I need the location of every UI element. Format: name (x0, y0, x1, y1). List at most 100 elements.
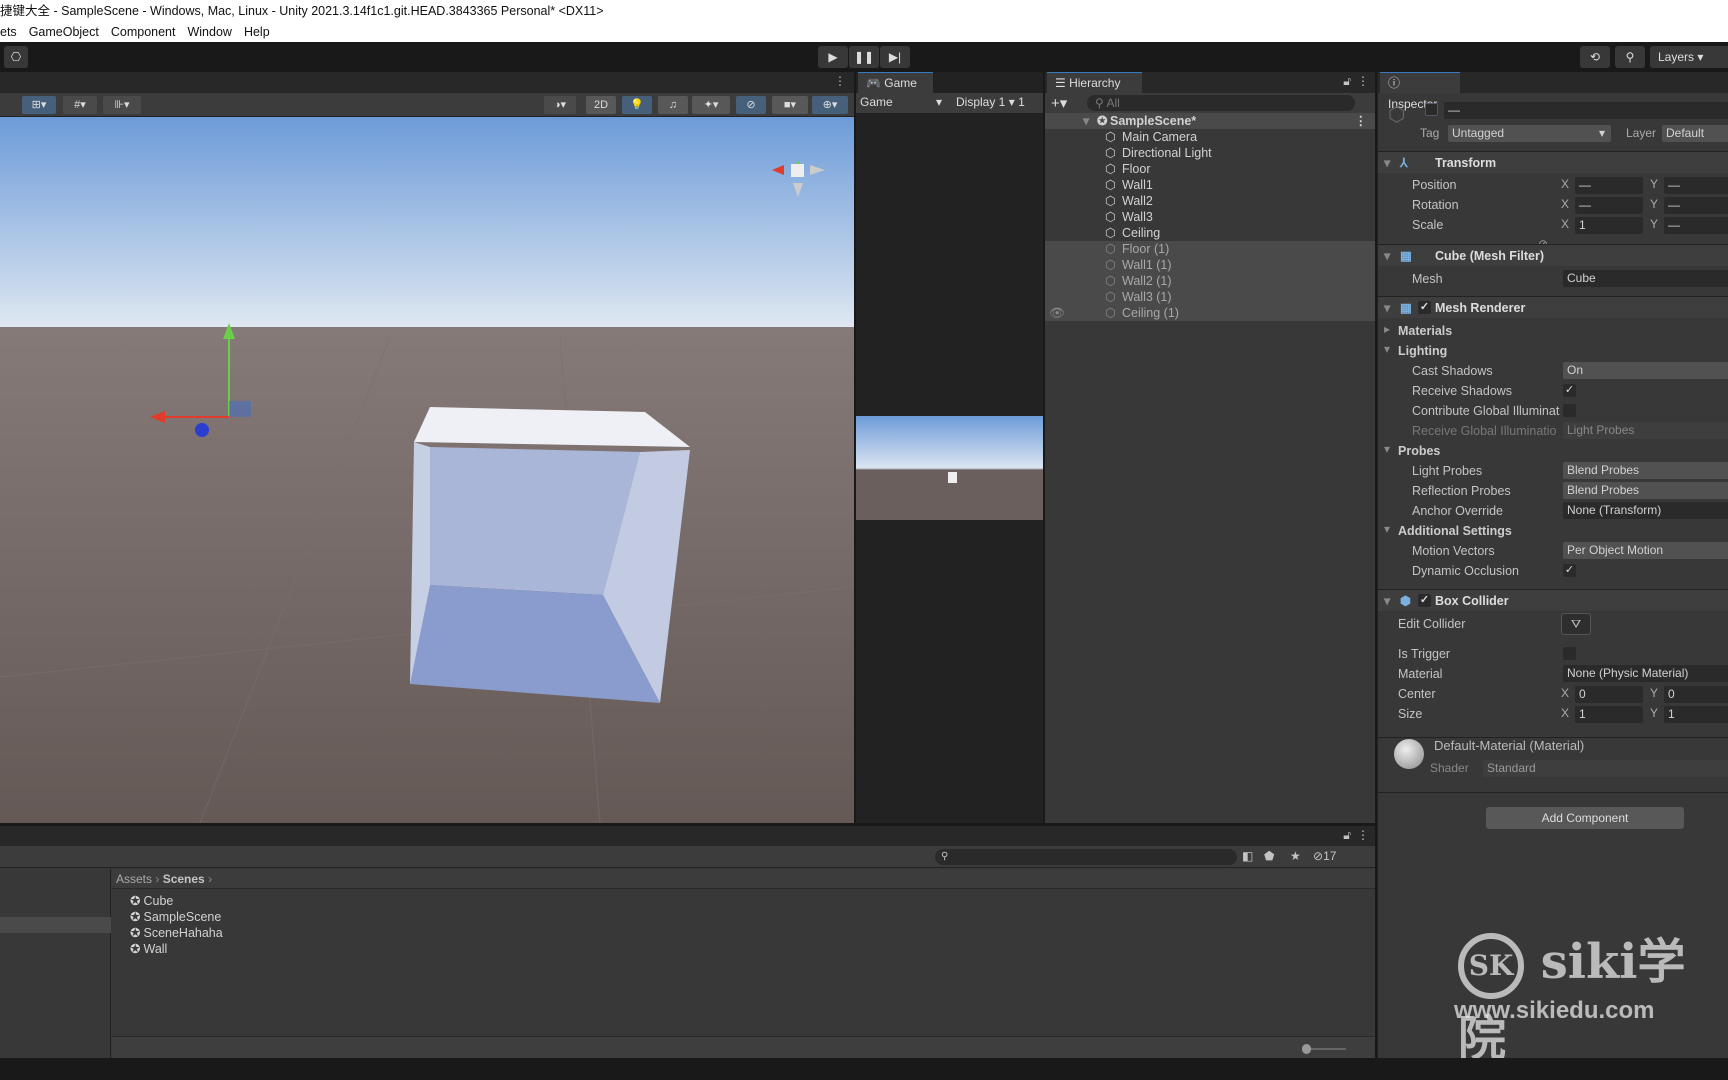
tab-hierarchy[interactable]: ☰ Hierarchy (1047, 72, 1142, 93)
game-view-select[interactable]: Game ▾ (860, 95, 942, 109)
project-asset-item[interactable]: ✪ Cube (130, 893, 173, 909)
more-icon[interactable]: ⋮ (1357, 828, 1369, 842)
size-x[interactable]: 1 (1575, 706, 1643, 723)
subsection-header[interactable]: Lighting (1398, 342, 1447, 360)
project-asset-item[interactable]: ✪ SceneHahaha (130, 925, 223, 941)
hierarchy-item[interactable]: ⬡ Wall1 (1) (1045, 257, 1375, 273)
component-header[interactable]: ▾ ⅄ Transform (1378, 151, 1728, 173)
camera-icon[interactable]: ■▾ (772, 96, 808, 114)
menu-gameobject[interactable]: GameObject (29, 25, 99, 39)
field-physic-material[interactable]: None (Physic Material) (1563, 665, 1728, 682)
scene-viewport[interactable] (0, 117, 854, 823)
position-y[interactable]: — (1664, 177, 1728, 194)
visibility-icon[interactable]: ⊘ (736, 96, 766, 114)
scale-x[interactable]: 1 (1575, 217, 1643, 234)
layer-dropdown[interactable]: Default (1662, 125, 1728, 142)
size-y[interactable]: 1 (1664, 706, 1728, 723)
hierarchy-item[interactable]: ⬡ Wall1 (1045, 177, 1375, 193)
hierarchy-item[interactable]: ⬡ Main Camera (1045, 129, 1375, 145)
2d-toggle[interactable]: 2D (586, 96, 616, 114)
hierarchy-item[interactable]: ⬡ Ceiling (1045, 225, 1375, 241)
foldout-arrow-icon[interactable]: ▾ (1384, 342, 1390, 356)
hierarchy-item[interactable]: ⬡ Floor (1045, 161, 1375, 177)
project-asset-item[interactable]: ✪ Wall (130, 941, 167, 957)
field-anchor-override[interactable]: None (Transform) (1563, 502, 1728, 519)
folder-tree-selected[interactable] (0, 917, 111, 933)
favorite-icon[interactable]: ★ (1290, 849, 1301, 863)
tool-handle-icon[interactable]: ⊞▾ (22, 96, 56, 114)
field-reflection-probes[interactable]: Blend Probes (1563, 482, 1728, 499)
tag-dropdown[interactable]: Untagged ▾ (1448, 125, 1611, 142)
hierarchy-search-input[interactable]: ⚲ All (1087, 95, 1355, 111)
pause-button[interactable]: ❚❚ (849, 46, 879, 68)
hierarchy-item[interactable]: ⬡ Wall3 (1) (1045, 289, 1375, 305)
field-motion-vectors[interactable]: Per Object Motion (1563, 542, 1728, 559)
zoom-slider[interactable] (1302, 1044, 1346, 1054)
undo-history-icon[interactable]: ⟲ (1580, 46, 1610, 68)
layers-dropdown[interactable]: Layers ▾ (1650, 46, 1728, 68)
menu-component[interactable]: Component (111, 25, 176, 39)
hierarchy-item[interactable]: ⬡ Ceiling (1) 👁︎ (1045, 305, 1375, 321)
hierarchy-item[interactable]: ⬡ Floor (1) (1045, 241, 1375, 257)
more-icon[interactable]: ⋮ (1357, 74, 1369, 88)
foldout-arrow-icon[interactable]: ▾ (1384, 522, 1390, 536)
add-component-button[interactable]: Add Component (1486, 807, 1684, 829)
tab-game[interactable]: 🎮 Game (858, 72, 933, 93)
play-button[interactable]: ▶ (818, 46, 848, 68)
hierarchy-item[interactable]: ⬡ Wall2 (1045, 193, 1375, 209)
subsection-header[interactable]: Probes (1398, 442, 1440, 460)
contribute-gi-checkbox[interactable] (1563, 404, 1576, 417)
menu-assets[interactable]: ets (0, 25, 17, 39)
search-icon[interactable]: ⚲ (1615, 46, 1645, 68)
field-cast-shadows[interactable]: On (1563, 362, 1728, 379)
receive-shadows-checkbox[interactable]: ✓ (1563, 384, 1576, 397)
foldout-arrow-icon[interactable]: ▸ (1384, 322, 1390, 336)
component-header[interactable]: ▾ ▦ Cube (Mesh Filter) (1378, 244, 1728, 266)
active-checkbox[interactable] (1425, 103, 1438, 116)
zoom-slider-handle[interactable] (1302, 1044, 1311, 1054)
component-header[interactable]: ▾ ⬢ ✓ Box Collider (1378, 589, 1728, 611)
hierarchy-item[interactable]: ⬡ Wall3 (1045, 209, 1375, 225)
increment-snap-icon[interactable]: ⊪▾ (103, 96, 141, 114)
menu-window[interactable]: Window (187, 25, 231, 39)
lock-icon[interactable]: 🔓︎ (1343, 74, 1351, 89)
scale-y[interactable]: — (1664, 217, 1728, 234)
field-receive-gi[interactable]: Light Probes (1563, 422, 1728, 439)
center-x[interactable]: 0 (1575, 686, 1643, 703)
visibility-eye-icon[interactable]: 👁︎ (1049, 305, 1065, 321)
breadcrumb-scenes[interactable]: Scenes (163, 872, 205, 886)
project-asset-item[interactable]: ✪ SampleScene (130, 909, 221, 925)
shader-dropdown[interactable]: Standard (1483, 760, 1728, 777)
search-by-type-icon[interactable]: ◧ (1242, 849, 1253, 863)
component-enabled-checkbox[interactable]: ✓ (1418, 594, 1431, 607)
hierarchy-item[interactable]: ⬡ Wall2 (1) (1045, 273, 1375, 289)
subsection-header[interactable]: Additional Settings (1398, 522, 1512, 540)
foldout-arrow-icon[interactable]: ▾ (1384, 297, 1390, 319)
foldout-arrow-icon[interactable]: ▾ (1384, 590, 1390, 612)
edit-collider-button[interactable]: ⛛ (1561, 613, 1591, 635)
rotation-x[interactable]: — (1575, 197, 1643, 214)
rotation-y[interactable]: — (1664, 197, 1728, 214)
field-light-probes[interactable]: Blend Probes (1563, 462, 1728, 479)
grid-snap-icon[interactable]: #▾ (63, 96, 97, 114)
foldout-arrow-icon[interactable]: ▾ (1384, 442, 1390, 456)
search-by-label-icon[interactable]: ⬟ (1264, 849, 1274, 863)
hidden-packages-toggle[interactable]: ⊘17 (1313, 849, 1336, 863)
foldout-arrow-icon[interactable]: ▾ (1384, 152, 1390, 174)
foldout-arrow-icon[interactable]: ▾ (1384, 245, 1390, 267)
display-select[interactable]: Display 1 ▾ 1 (956, 95, 1036, 109)
shading-mode-icon[interactable]: ◑▾ (544, 96, 576, 114)
position-x[interactable]: — (1575, 177, 1643, 194)
center-y[interactable]: 0 (1664, 686, 1728, 703)
component-enabled-checkbox[interactable]: ✓ (1418, 301, 1431, 314)
breadcrumb-assets[interactable]: Assets (116, 872, 152, 886)
component-header[interactable]: ▾ ▦ ✓ Mesh Renderer (1378, 296, 1728, 318)
audio-toggle-icon[interactable]: ♫ (658, 96, 688, 114)
project-search-input[interactable]: ⚲ (935, 849, 1237, 865)
subsection-materials[interactable]: Materials (1398, 322, 1452, 340)
scene-root-row[interactable]: ▾ ✪ SampleScene* ⋮ (1045, 113, 1375, 129)
menu-help[interactable]: Help (244, 25, 270, 39)
field-mesh[interactable]: Cube (1563, 270, 1728, 287)
step-button[interactable]: ▶| (880, 46, 910, 68)
account-icon[interactable]: ⎔ (4, 46, 28, 68)
